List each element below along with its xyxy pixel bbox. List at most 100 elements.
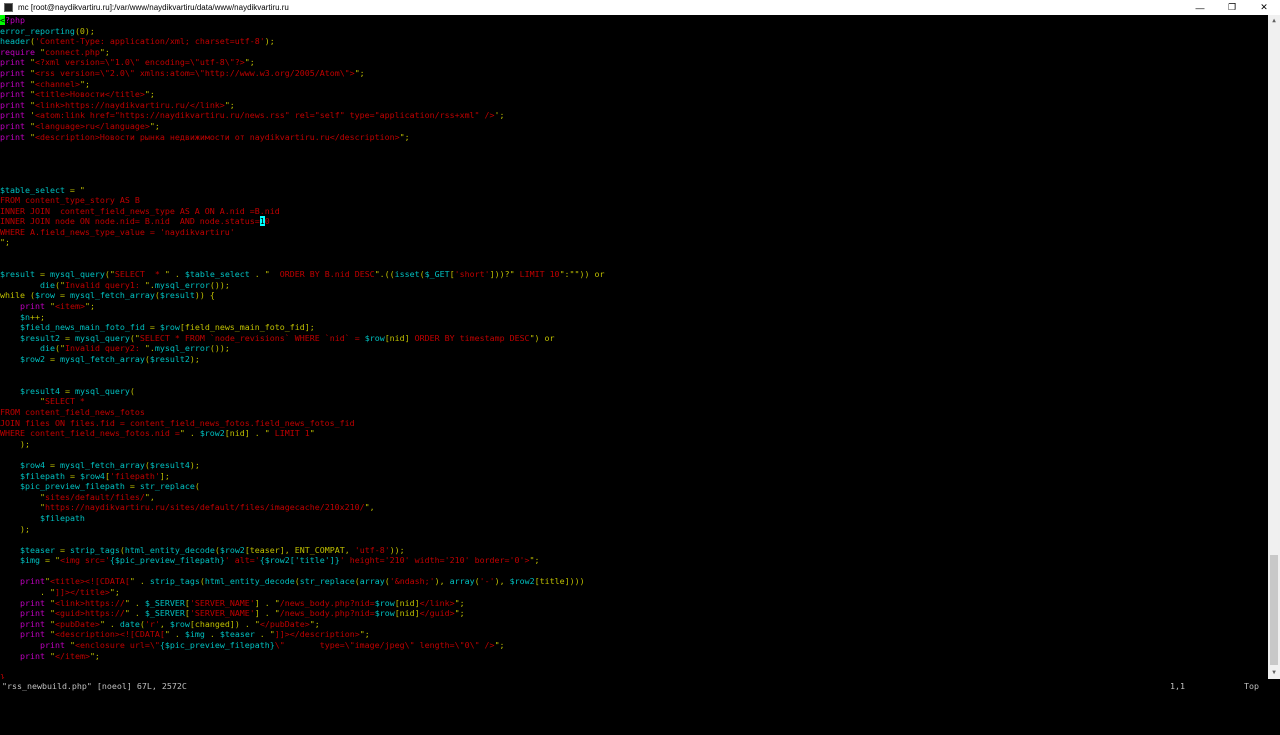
code-token: {$row2['title']} xyxy=(259,555,340,566)
code-token: [changed]) . " xyxy=(189,618,260,629)
code-token: strip_tags xyxy=(69,544,120,555)
code-line: print "<guid>https://" . $_SERVER['SERVE… xyxy=(0,608,1268,619)
code-token: ), xyxy=(434,576,450,587)
code-token: ?php xyxy=(5,15,25,25)
terminal-app-icon xyxy=(4,3,13,12)
code-token: mysql_fetch_array xyxy=(59,354,145,364)
scroll-up-arrow-icon[interactable]: ▲ xyxy=(1268,15,1280,27)
code-token: die xyxy=(39,279,55,290)
code-token: ++; xyxy=(29,311,45,322)
code-token: die xyxy=(39,343,55,354)
code-line: require "connect.php"; xyxy=(0,47,1268,58)
code-token: "; xyxy=(309,618,320,629)
code-token: $row xyxy=(374,608,395,619)
code-token: . " xyxy=(254,629,275,640)
code-token: . " xyxy=(0,587,55,598)
code-token: = xyxy=(44,459,60,470)
code-token: " xyxy=(24,120,35,131)
code-token: ]]></description> xyxy=(274,629,360,640)
code-token: mysql_query xyxy=(74,385,130,396)
code-token: SELECT * xyxy=(44,396,85,407)
code-line: WHERE A.field_news_type_value = 'naydikv… xyxy=(0,227,1268,238)
code-token: connect.php xyxy=(44,46,100,57)
code-token: "; xyxy=(529,555,540,566)
code-line: ); xyxy=(0,439,1268,450)
minimize-button[interactable]: — xyxy=(1184,0,1216,15)
code-token: mysql_query xyxy=(49,269,105,280)
code-token: " xyxy=(24,89,35,100)
code-token: error_reporting xyxy=(0,25,75,36)
code-line: "; xyxy=(0,237,1268,248)
code-line: $row2 = mysql_fetch_array($result2); xyxy=(0,354,1268,365)
file-info: "rss_newbuild.php" [noeol] 67L, 2572C xyxy=(2,681,187,691)
code-token: $filepath xyxy=(39,512,85,523)
code-token: $table_select xyxy=(184,269,250,280)
maximize-button[interactable]: ❐ xyxy=(1216,0,1248,15)
code-line: print "<description><![CDATA[" . $img . … xyxy=(0,629,1268,640)
code-token: (" xyxy=(54,343,65,354)
code-line: WHERE content_field_news_fotos.nid =" . … xyxy=(0,428,1268,439)
code-token: $row2 xyxy=(199,428,225,439)
code-token: "; xyxy=(244,57,255,68)
code-token: <description><![CDATA[ xyxy=(54,629,165,640)
code-line: print "</item>"; xyxy=(0,651,1268,662)
window-titlebar: mc [root@naydikvartiru.ru]:/var/www/nayd… xyxy=(0,0,1280,15)
code-line: $filepath = $row4['filepath']; xyxy=(0,471,1268,482)
code-token: $row2 xyxy=(19,354,45,364)
code-token: $row xyxy=(169,618,190,629)
code-token: ); xyxy=(0,523,30,534)
code-line: } xyxy=(0,672,1268,679)
cursor-position: 1,1 xyxy=(1170,681,1185,691)
close-button[interactable]: ✕ xyxy=(1248,0,1280,15)
scroll-down-arrow-icon[interactable]: ▼ xyxy=(1268,667,1280,679)
code-token: mysql_fetch_array xyxy=(59,459,145,470)
code-token: print xyxy=(19,629,45,640)
editor-text-area[interactable]: <?php error_reporting(0); header('Content-… xyxy=(0,15,1268,679)
code-token: $teaser xyxy=(219,629,255,640)
code-token: LIMIT 1 xyxy=(269,428,310,439)
code-token: "; xyxy=(494,640,505,651)
code-token: " xyxy=(64,640,75,651)
code-token: "; xyxy=(84,301,95,312)
code-token: print xyxy=(0,110,25,121)
code-token: "; xyxy=(359,629,370,640)
code-token: FROM content_type_story AS B xyxy=(0,195,140,206)
code-token: . " xyxy=(249,269,270,280)
code-token: ( xyxy=(194,481,200,492)
code-line: print "<link>https://naydikvartiru.ru/</… xyxy=(0,100,1268,111)
code-line: $n++; xyxy=(0,312,1268,323)
code-token: " xyxy=(0,396,45,407)
code-token: print xyxy=(39,640,65,651)
code-token: " xyxy=(24,131,35,142)
code-token: ); xyxy=(264,36,275,47)
code-token: INNER JOIN content_field_news_type AS A … xyxy=(0,205,280,216)
code-line: JOIN files ON files.fid = content_field_… xyxy=(0,418,1268,429)
code-line: print "<link>https://" . $_SERVER['SERVE… xyxy=(0,598,1268,609)
scrollbar-thumb[interactable] xyxy=(1270,555,1278,665)
code-token: ". xyxy=(144,343,155,354)
code-token: WHERE A.field_news_type_value = 'naydikv… xyxy=(0,226,235,237)
code-token: = xyxy=(144,322,160,333)
code-token: '&ndash;' xyxy=(389,576,435,587)
code-token: print xyxy=(0,120,25,131)
vertical-scrollbar[interactable]: ▲ ▼ xyxy=(1268,15,1280,679)
code-token: ' height='210' width='210' border='0'> xyxy=(339,555,530,566)
code-token: $table_select xyxy=(0,184,65,195)
code-line: print "<description>Новости рынка недвиж… xyxy=(0,132,1268,143)
code-token: $filepath xyxy=(19,470,65,481)
code-token: = xyxy=(124,481,140,492)
code-token: $_SERVER xyxy=(144,597,185,608)
code-token: INNER JOIN node ON node.nid= B.nid AND n… xyxy=(0,216,260,227)
code-token: " xyxy=(24,99,35,110)
code-token: = xyxy=(64,470,80,481)
